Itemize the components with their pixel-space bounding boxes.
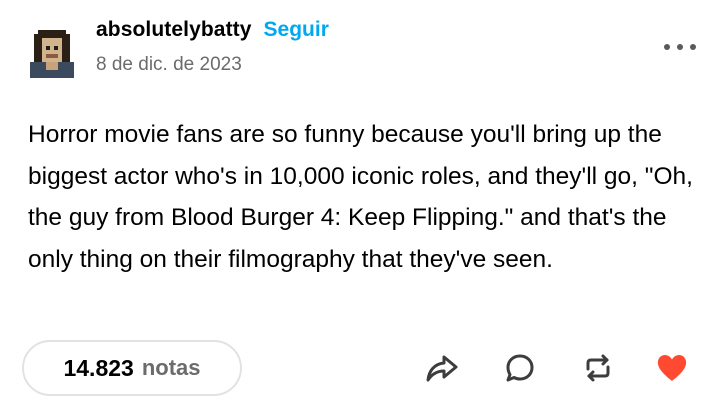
reblog-icon[interactable] [580, 350, 616, 386]
more-dot [664, 44, 670, 50]
notes-label: notas [141, 355, 201, 380]
post-date: 8 de dic. de 2023 [96, 54, 242, 75]
follow-button[interactable]: Seguir [264, 18, 329, 42]
author-line: absolutelybatty Seguir [96, 18, 329, 50]
more-dot [690, 44, 696, 50]
post-body-text: Horror movie fans are so funny because y… [28, 121, 693, 273]
author-name[interactable]: absolutelybatty [96, 18, 252, 42]
author-block: absolutelybatty Seguir 8 de dic. de 2023 [96, 18, 329, 76]
post-header: absolutelybatty Seguir 8 de dic. de 2023 [26, 18, 700, 80]
avatar[interactable] [26, 26, 78, 78]
avatar-image [26, 26, 78, 78]
notes-button[interactable]: 14.823 notas [22, 340, 242, 396]
more-options-icon[interactable] [664, 40, 696, 54]
share-icon[interactable] [424, 350, 460, 386]
reply-icon[interactable] [502, 350, 538, 386]
heart-icon[interactable] [654, 350, 690, 386]
notes-count: 14.823 [63, 354, 134, 381]
more-dot [677, 44, 683, 50]
